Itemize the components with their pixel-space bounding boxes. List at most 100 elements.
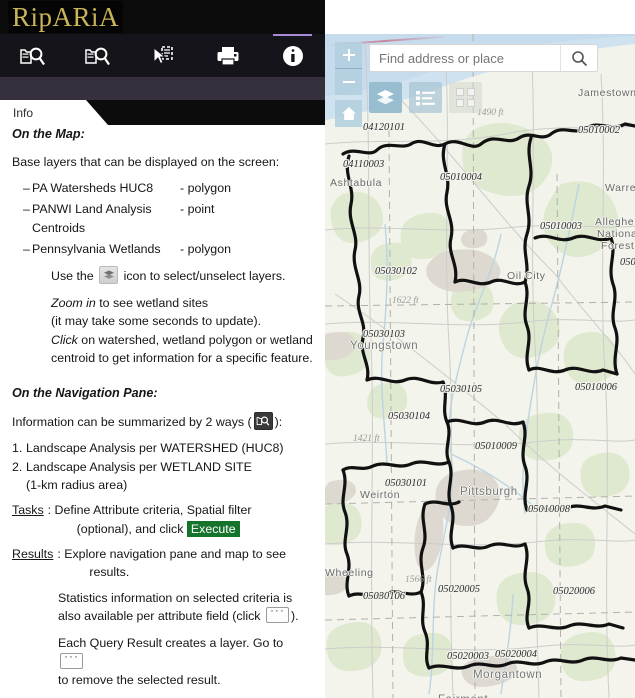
- on-the-navigation-pane-heading: On the Navigation Pane:: [12, 386, 158, 401]
- execute-button[interactable]: Execute: [186, 520, 240, 537]
- statistics-text-before: also available per attribute field (clic…: [58, 609, 261, 624]
- base-layer-list: – PA Watersheds HUC8 - polygon – PANWI L…: [12, 179, 313, 258]
- tasks-label: Tasks: [12, 503, 44, 518]
- layer-geometry: - point: [180, 202, 215, 217]
- item-text: (1-km radius area): [26, 477, 128, 492]
- bullet-dash: –: [23, 242, 30, 257]
- city-label: Oil City: [507, 270, 546, 282]
- item-number: 1.: [12, 441, 23, 456]
- results-label: Results: [12, 547, 54, 561]
- map-zoom-controls[interactable]: [335, 42, 362, 127]
- results-text: : Explore navigation pane and map to see…: [53, 545, 313, 582]
- watershed-code-label: 05010009: [475, 441, 517, 452]
- legend-button[interactable]: [409, 82, 442, 113]
- base-layers-intro: Base layers that can be displayed on the…: [12, 154, 280, 169]
- basemap-gallery-button[interactable]: [449, 82, 482, 113]
- sub-header-bar: [0, 77, 325, 100]
- statistics-instruction: Statistics information on selected crite…: [12, 589, 313, 626]
- zoom-instruction-line2: (it may take some seconds to update).: [51, 314, 262, 329]
- folder-search-icon: [84, 47, 110, 65]
- legend-list-icon: [416, 90, 435, 105]
- tasks-text-line2: (optional), and click Execute: [48, 520, 313, 538]
- query-result-text-before: Each Query Result creates a layer. Go to: [58, 636, 284, 651]
- tab-row[interactable]: Info: [0, 100, 325, 125]
- list-item: – Pennsylvania Wetlands - polygon: [12, 240, 313, 258]
- map-view[interactable]: 04120101 04110003 05010002 05010004 05010003…: [325, 34, 635, 698]
- layer-list-icon[interactable]: [99, 266, 119, 285]
- search-button[interactable]: [560, 45, 597, 71]
- zoom-in-button[interactable]: [335, 42, 362, 69]
- layer-list-button[interactable]: [369, 82, 402, 113]
- tab-info[interactable]: Info: [0, 100, 108, 125]
- main-toolbar[interactable]: [0, 34, 325, 77]
- select-tool-button[interactable]: [130, 34, 195, 77]
- layer-toggle-text-before: Use the: [51, 269, 94, 284]
- click-rest: on watershed, wetland polygon or wetland: [77, 332, 313, 347]
- layer-name: Pennsylvania Wetlands: [32, 242, 161, 257]
- tab-info-label: Info: [13, 105, 34, 120]
- left-panel: RipARiA Info On the Map: Base layers tha…: [0, 0, 325, 698]
- list-item: – PANWI Land Analysis Centroids - point: [12, 200, 313, 237]
- cursor-select-icon: [153, 45, 173, 64]
- item-number: [12, 476, 26, 494]
- results-text-line1: : Explore navigation pane and map to see: [57, 547, 287, 561]
- watershed-code-label: 04110003: [343, 159, 385, 170]
- layer-name: PA Watersheds HUC8: [32, 180, 154, 195]
- zoom-instruction: Zoom in to see wetland sites (it may tak…: [12, 294, 313, 367]
- plus-icon: [342, 49, 355, 61]
- tasks-text-line1: : Define Attribute criteria, Spatial fil…: [47, 503, 252, 518]
- layer-name: PANWI Land Analysis Centroids: [32, 202, 152, 235]
- city-label: Fairmont: [438, 694, 488, 698]
- bullet-dash: –: [23, 202, 30, 217]
- city-label: Warren: [605, 182, 635, 194]
- summary-text-after: ):: [274, 414, 283, 429]
- search-input[interactable]: [370, 49, 560, 67]
- city-label: Allegheny: [595, 216, 635, 228]
- click-emphasis: Click: [51, 332, 78, 347]
- query-watershed-button[interactable]: [0, 34, 65, 77]
- city-label: Weirton: [360, 489, 401, 501]
- query-search-icon[interactable]: [253, 411, 273, 430]
- tasks-text: : Define Attribute criteria, Spatial fil…: [44, 501, 313, 538]
- layer-toggle-text-after: icon to select/unselect layers.: [123, 269, 286, 284]
- list-item: 2. Landscape Analysis per WETLAND SITE: [12, 458, 313, 476]
- watershed-code-label: 05030103: [363, 329, 405, 340]
- info-panel-body: On the Map: Base layers that can be disp…: [0, 125, 325, 698]
- item-text: Landscape Analysis per WATERSHED (HUC8): [26, 441, 284, 456]
- map-search-box[interactable]: [369, 44, 598, 72]
- city-label: Ashtabula: [330, 177, 383, 189]
- watershed-code-label: 05030101: [385, 478, 427, 489]
- watershed-code-label: 05030106: [363, 591, 405, 602]
- layers-icon: [103, 270, 114, 280]
- summary-methods-list: 1. Landscape Analysis per WATERSHED (HUC…: [12, 439, 313, 494]
- ellipsis-button-icon[interactable]: [265, 602, 289, 624]
- app-logo[interactable]: RipARiA: [8, 1, 124, 33]
- list-item: 1. Landscape Analysis per WATERSHED (HUC…: [12, 439, 313, 457]
- folder-search-icon: [19, 47, 45, 65]
- print-button[interactable]: [195, 34, 260, 77]
- watershed-code-label: 05010002: [578, 125, 620, 136]
- map-widget-row[interactable]: [369, 82, 482, 113]
- query-wetland-button[interactable]: [65, 34, 130, 77]
- bullet-dash: –: [23, 180, 30, 195]
- city-label: Wheeling: [325, 567, 374, 579]
- list-item: (1-km radius area): [12, 476, 313, 494]
- zoom-instruction-line1: Zoom in to see wetland sites: [51, 294, 313, 312]
- zoom-rest: to see wetland sites: [95, 295, 209, 310]
- query-result-line2: to remove the selected result.: [58, 673, 221, 688]
- zoom-out-button[interactable]: [335, 69, 362, 95]
- home-button[interactable]: [335, 100, 362, 127]
- item-number: 2.: [12, 459, 23, 474]
- click-instruction-line2: centroid to get information for a specif…: [51, 350, 313, 365]
- tasks-instruction: Tasks : Define Attribute criteria, Spati…: [12, 501, 313, 538]
- logo-bar: RipARiA: [0, 0, 325, 34]
- watershed-code-label: 05020005: [438, 584, 480, 595]
- watershed-code-label: 05030105: [440, 384, 482, 395]
- watershed-code-label: 05010005: [620, 257, 635, 268]
- watershed-code-label: 05010006: [575, 382, 617, 393]
- ellipsis-button-icon[interactable]: [60, 648, 83, 669]
- results-instruction: Results : Explore navigation pane and ma…: [12, 545, 313, 582]
- city-label: Jamestown: [578, 87, 635, 99]
- statistics-text-after: ).: [290, 609, 299, 624]
- info-button[interactable]: [260, 34, 325, 77]
